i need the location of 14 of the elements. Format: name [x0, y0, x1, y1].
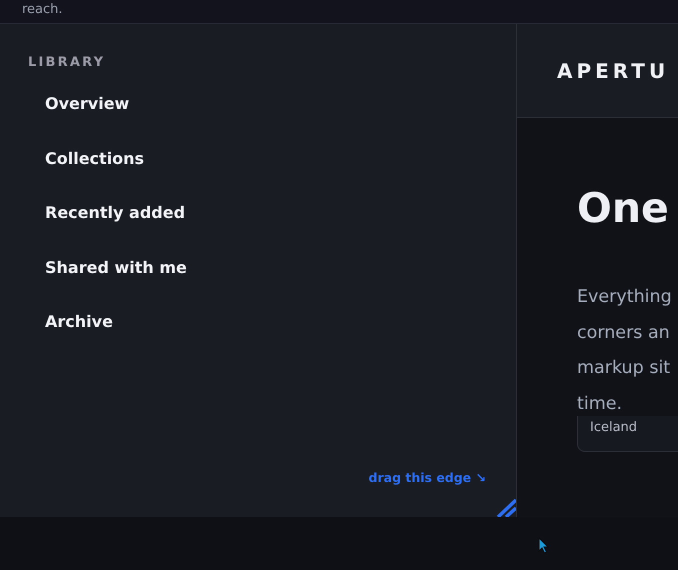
sidebar-item[interactable]: Overview — [45, 93, 130, 148]
cursor-icon — [538, 537, 549, 554]
resize-handle-icon[interactable] — [496, 499, 516, 517]
resize-hint: drag this edge ↘ — [368, 470, 486, 485]
sidebar-item[interactable]: Recently added — [45, 202, 186, 256]
headline: One — [577, 183, 669, 234]
brand-title: APERTU — [557, 58, 670, 82]
sidebar-item[interactable]: Collections — [45, 148, 144, 202]
cut-off-text: reach. — [22, 2, 63, 18]
paragraph: Everything corners an markup sit time. — [577, 286, 672, 416]
sidebar-item[interactable]: Archive — [45, 311, 113, 366]
card-text: Iceland — [590, 420, 638, 435]
sidebar-item[interactable]: Shared with me — [45, 256, 187, 311]
section-heading: LIBRARY — [28, 55, 106, 70]
